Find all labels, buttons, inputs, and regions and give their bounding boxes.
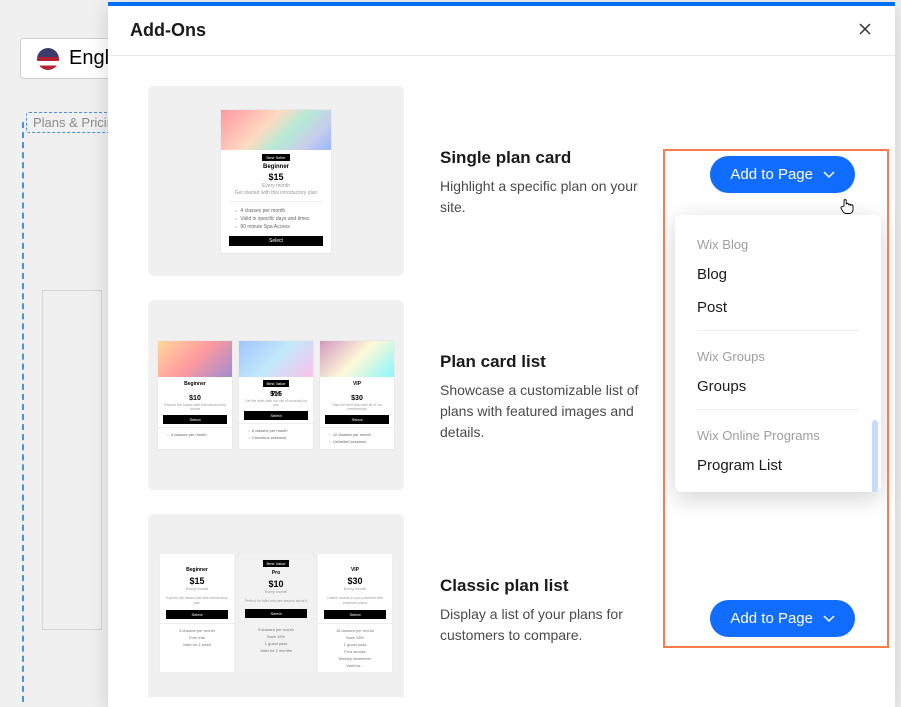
chevron-down-icon	[823, 615, 835, 623]
addon-row-classic-list: Beginner $15 Every month Explore the bas…	[148, 514, 855, 697]
dropdown-item-program-list[interactable]: Program List	[675, 449, 881, 482]
add-to-page-button[interactable]: Add to Page	[710, 156, 855, 193]
dropdown-item-post[interactable]: Post	[675, 291, 881, 324]
addon-title: Classic plan list	[440, 576, 674, 596]
addon-title: Single plan card	[440, 148, 674, 168]
add-to-page-dropdown: Wix Blog Blog Post Wix Groups Groups Wix…	[675, 215, 881, 492]
classic-card-list: Beginner $15 Every month Explore the bas…	[159, 553, 393, 672]
chevron-down-icon	[823, 171, 835, 179]
dropdown-item-groups[interactable]: Groups	[675, 370, 881, 403]
addon-description: Showcase a customizable list of plans wi…	[440, 380, 650, 443]
mini-card-list: Beginner $10 Explore the basics with thi…	[157, 340, 395, 450]
placeholder-box	[42, 290, 102, 630]
addon-cta: Add to Page	[710, 514, 855, 637]
dropdown-section-label: Wix Groups	[675, 337, 881, 370]
button-label: Add to Page	[730, 610, 813, 627]
dropdown-divider	[697, 409, 859, 410]
addon-info: Single plan card Highlight a specific pl…	[440, 86, 674, 218]
close-icon	[857, 21, 873, 37]
addon-description: Display a list of your plans for custome…	[440, 604, 650, 646]
dropdown-scrollbar[interactable]	[872, 420, 878, 492]
addon-description: Highlight a specific plan on your site.	[440, 176, 650, 218]
addon-cta: Add to Page	[710, 86, 855, 193]
button-label: Add to Page	[730, 166, 813, 183]
modal-header: Add-Ons	[108, 6, 895, 56]
flag-icon	[37, 48, 59, 70]
close-button[interactable]	[857, 21, 873, 41]
preview-classic-list: Beginner $15 Every month Explore the bas…	[148, 514, 404, 697]
dropdown-section-label: Wix Blog	[675, 225, 881, 258]
preview-plan-list: Beginner $10 Explore the basics with thi…	[148, 300, 404, 490]
language-label: Engl	[69, 47, 109, 70]
guide-line	[22, 122, 24, 702]
dropdown-divider	[697, 330, 859, 331]
mini-card: Best Seller Beginner $15 Every month Get…	[220, 109, 332, 254]
addon-info: Classic plan list Display a list of your…	[440, 514, 674, 646]
preview-single-plan: Best Seller Beginner $15 Every month Get…	[148, 86, 404, 276]
add-to-page-button[interactable]: Add to Page	[710, 600, 855, 637]
modal-title: Add-Ons	[130, 20, 206, 41]
dropdown-section-label: Wix Online Programs	[675, 416, 881, 449]
dropdown-item-blog[interactable]: Blog	[675, 258, 881, 291]
